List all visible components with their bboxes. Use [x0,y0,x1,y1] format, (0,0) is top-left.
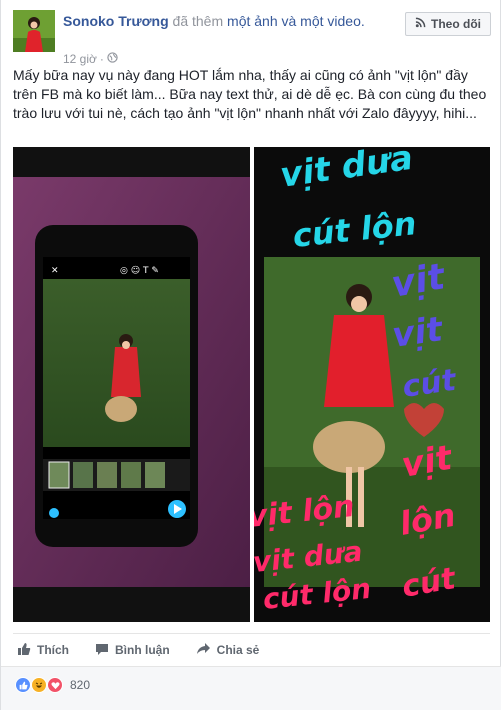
rss-icon [415,17,426,31]
post-meta: 12 giờ · [63,52,118,66]
post-headline: Sonoko Trương đã thêm một ảnh và một vid… [63,12,373,30]
post-body-text: Mấy bữa nay vụ này đang HOT lắm nha, thấ… [13,67,487,121]
svg-text:◎ ☺ T ✎: ◎ ☺ T ✎ [120,265,159,276]
svg-text:vịt: vịt [390,309,447,356]
action-divider [13,633,490,634]
comment-label: Bình luận [115,643,170,657]
post-header: Sonoko Trương đã thêm một ảnh và một vid… [13,10,491,70]
share-label: Chia sẻ [216,643,260,657]
thumbs-up-icon [17,642,31,659]
reactions-bar: 820 [1,666,501,710]
share-arrow-icon [196,642,211,659]
reaction-summary[interactable]: 820 [15,677,90,693]
post-timestamp[interactable]: 12 giờ [63,52,97,66]
edited-duck-text-photo[interactable]: vịt dưa cút lộn vịt vịt cút vịt lộn vịt … [254,147,490,622]
author-avatar[interactable] [13,10,55,52]
love-reaction-icon [47,677,63,693]
comment-button[interactable]: Bình luận [91,640,174,661]
author-name[interactable]: Sonoko Trương [63,13,169,29]
follow-label: Theo dõi [431,17,481,31]
like-button[interactable]: Thích [13,640,73,661]
svg-text:✕: ✕ [51,266,59,276]
feed-post: Sonoko Trương đã thêm một ảnh và một vid… [0,0,501,710]
globe-icon[interactable] [107,52,118,66]
action-text: đã thêm [172,13,224,29]
phone-screenshot-photo[interactable]: ✕ ◎ ☺ T ✎ [13,147,250,622]
attachment-link[interactable]: một ảnh và một video. [227,13,365,29]
share-button[interactable]: Chia sẻ [192,640,264,661]
meta-separator: · [99,52,104,66]
post-actions: Thích Bình luận Chia sẻ [13,638,490,662]
media-grid: ✕ ◎ ☺ T ✎ vịt dưa cút lộn vịt vịt cút vị… [13,147,490,622]
comment-icon [95,642,109,659]
like-label: Thích [37,643,69,657]
haha-reaction-icon [31,677,47,693]
follow-button[interactable]: Theo dõi [405,12,491,36]
like-reaction-icon [15,677,31,693]
reaction-count: 820 [70,678,91,692]
